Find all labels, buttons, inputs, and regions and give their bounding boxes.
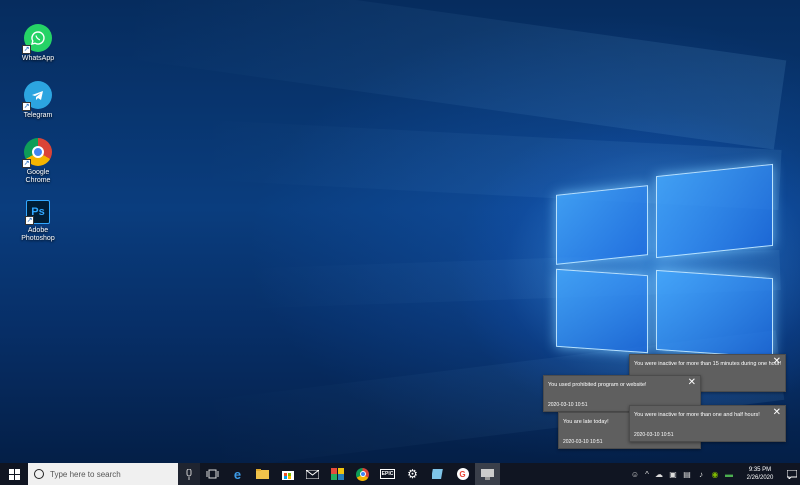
desktop-icon-label: WhatsApp (21, 55, 55, 62)
task-view-icon (206, 469, 219, 479)
cloud-icon[interactable]: ☁ (652, 463, 666, 485)
desktop-icon-telegram[interactable]: ↗ Telegram (8, 81, 68, 120)
system-tray: ☺ ^ ☁ ▣ ▤ ♪ ◉ ▬ 9:35 PM 2/26/2020 (628, 463, 800, 485)
notification-message: You are late today! (563, 419, 609, 425)
search-placeholder: Type here to search (50, 469, 121, 479)
notification-message: You used prohibited program or website! (548, 382, 647, 388)
desktop-icon-label: Google Chrome (25, 169, 51, 184)
taskbar-clock[interactable]: 9:35 PM 2/26/2020 (736, 466, 784, 482)
close-icon[interactable]: ✕ (688, 378, 696, 388)
logo-pane (556, 185, 648, 265)
edge-icon: e (233, 466, 242, 482)
shortcut-arrow-icon: ↗ (22, 102, 31, 111)
network-icon[interactable]: ▤ (680, 463, 694, 485)
microphone-icon (186, 468, 192, 480)
shortcut-arrow-icon: ↗ (22, 159, 31, 168)
notification-time: 2020-03-10 10:51 (634, 432, 674, 438)
microphone-button[interactable] (178, 463, 200, 485)
notepad-icon (431, 469, 443, 479)
taskbar-settings[interactable]: ⚙ (400, 463, 425, 485)
epic-games-icon: EPIC (379, 469, 396, 479)
xbox-icon[interactable]: ◉ (708, 463, 722, 485)
desktop-icon-photoshop[interactable]: Ps ↗ Adobe Photoshop (8, 200, 68, 243)
notification-message: You were inactive for more than one and … (634, 412, 760, 418)
windows-logo (553, 160, 775, 359)
notification-time: 2020-03-10 10:51 (548, 402, 588, 408)
windows-start-icon (8, 468, 20, 480)
desktop-wallpaper: ↗ WhatsApp ↗ Telegram ↗ Google Chrome Ps… (0, 0, 800, 463)
notification-message: You were inactive for more than 15 minut… (634, 361, 782, 367)
taskbar-search-box[interactable]: Type here to search (28, 463, 178, 485)
taskbar-app-photos[interactable] (325, 463, 350, 485)
close-icon[interactable]: ✕ (773, 408, 781, 418)
monitor-app-icon (481, 468, 494, 480)
taskbar-chrome[interactable] (350, 463, 375, 485)
notification-toast[interactable]: You were inactive for more than one and … (629, 405, 786, 442)
logo-pane (656, 269, 773, 359)
whatsapp-icon: ↗ (22, 24, 52, 54)
taskbar-store[interactable] (275, 463, 300, 485)
telegram-icon: ↗ (22, 81, 52, 111)
taskbar-active-app[interactable] (475, 463, 500, 485)
desktop-icon-label: Adobe Photoshop (21, 227, 55, 242)
photo-app-icon (331, 468, 344, 480)
desktop-icon-label: Telegram (23, 112, 53, 119)
taskbar-app-notepad[interactable] (425, 463, 450, 485)
folder-icon (256, 469, 269, 479)
mail-icon (306, 469, 319, 479)
battery-icon[interactable]: ▬ (722, 463, 736, 485)
taskbar: Type here to search e EPIC ⚙ G ☺ ^ ☁ ▣ ▤… (0, 463, 800, 485)
close-icon[interactable]: ✕ (773, 357, 781, 367)
show-hidden-icons-chevron-icon[interactable]: ^ (642, 463, 652, 485)
notification-time: 2020-03-10 10:51 (563, 439, 603, 445)
people-icon[interactable]: ☺ (628, 463, 642, 485)
store-icon (281, 471, 294, 480)
clock-time: 9:35 PM (748, 467, 772, 473)
google-icon: G (456, 468, 469, 480)
taskbar-file-explorer[interactable] (250, 463, 275, 485)
notification-icon (787, 469, 797, 479)
logo-pane (656, 163, 773, 259)
taskbar-mail[interactable] (300, 463, 325, 485)
cortana-icon (34, 469, 44, 479)
chrome-icon: ↗ (22, 138, 52, 168)
start-button[interactable] (0, 463, 28, 485)
photoshop-icon: Ps ↗ (25, 200, 50, 225)
chrome-center (32, 146, 44, 158)
desktop-icon-whatsapp[interactable]: ↗ WhatsApp (8, 24, 68, 63)
taskbar-google-app[interactable]: G (450, 463, 475, 485)
shortcut-arrow-icon: ↗ (25, 216, 34, 225)
task-view-button[interactable] (200, 463, 225, 485)
gear-icon: ⚙ (407, 467, 418, 481)
desktop-icon-chrome[interactable]: ↗ Google Chrome (8, 138, 68, 185)
taskbar-epic-games[interactable]: EPIC (375, 463, 400, 485)
taskbar-edge[interactable]: e (225, 463, 250, 485)
app-tray-icon[interactable]: ▣ (666, 463, 680, 485)
volume-icon[interactable]: ♪ (694, 463, 708, 485)
clock-date: 2/26/2020 (746, 475, 774, 481)
chrome-icon (356, 467, 369, 481)
logo-pane (556, 268, 648, 354)
shortcut-arrow-icon: ↗ (22, 45, 31, 54)
action-center-button[interactable] (784, 463, 800, 485)
